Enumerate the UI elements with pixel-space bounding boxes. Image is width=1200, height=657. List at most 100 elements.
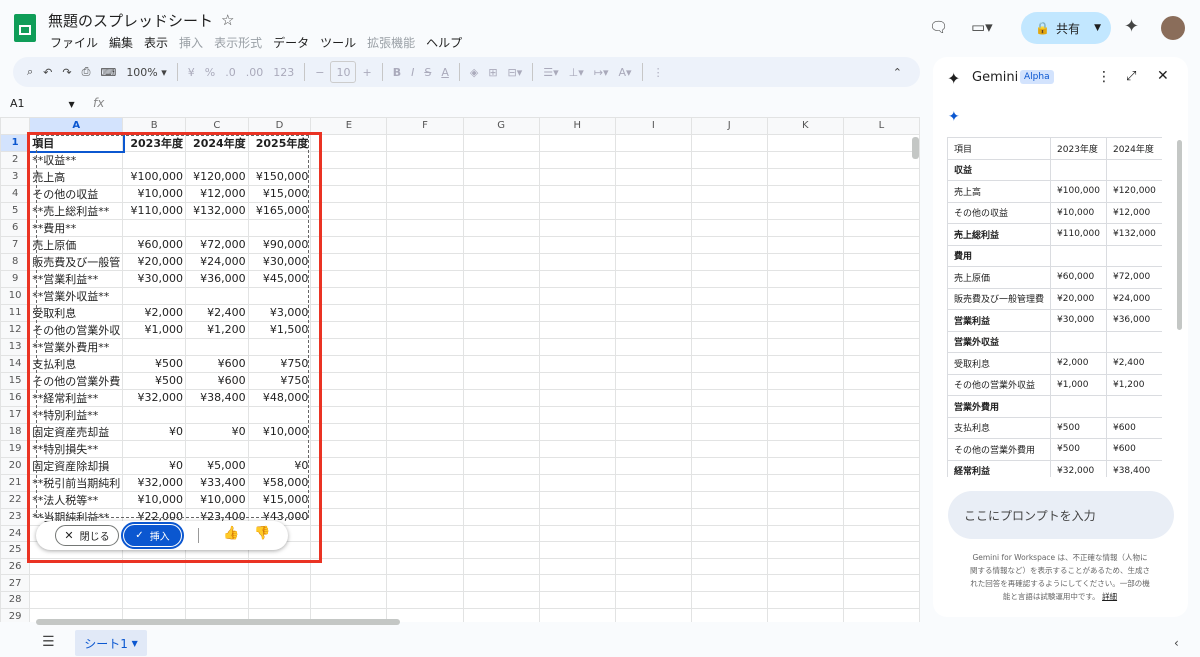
column-header[interactable]: K	[766, 117, 844, 135]
cell[interactable]	[538, 320, 616, 339]
menu-item-7[interactable]: 拡張機能	[367, 34, 415, 51]
thumbs-up-icon[interactable]: 👍	[223, 526, 239, 541]
cell[interactable]	[766, 473, 844, 492]
undo-icon[interactable]: ↶	[39, 61, 56, 83]
cell[interactable]	[184, 590, 249, 609]
cell[interactable]	[310, 439, 388, 458]
cell[interactable]	[310, 422, 388, 441]
menu-item-2[interactable]: 表示	[144, 34, 168, 51]
cell[interactable]	[766, 507, 844, 526]
row-header[interactable]: 28	[0, 590, 31, 609]
cell[interactable]	[386, 557, 464, 576]
expand-icon[interactable]: ⤢	[1126, 69, 1136, 84]
cell[interactable]	[310, 252, 388, 271]
cell[interactable]	[842, 303, 920, 322]
cell[interactable]	[766, 371, 844, 390]
cell[interactable]	[310, 490, 388, 509]
cell[interactable]	[690, 607, 768, 622]
cell[interactable]	[614, 388, 692, 407]
cell[interactable]	[614, 354, 692, 373]
italic-icon[interactable]: I	[407, 61, 418, 83]
cell[interactable]	[766, 201, 844, 220]
cell[interactable]	[766, 541, 844, 559]
cell[interactable]	[310, 456, 388, 475]
cell[interactable]	[842, 524, 920, 543]
merge-cells-icon[interactable]: ⊟▾	[504, 61, 527, 83]
cell[interactable]	[842, 388, 920, 407]
cell[interactable]	[614, 607, 692, 622]
cell[interactable]	[766, 422, 844, 441]
cell[interactable]	[462, 590, 540, 609]
cell[interactable]	[538, 201, 616, 220]
cell[interactable]	[842, 133, 920, 152]
row-header[interactable]: 12	[0, 320, 31, 339]
cell[interactable]	[690, 405, 768, 424]
cell[interactable]	[766, 303, 844, 322]
cell[interactable]	[842, 456, 920, 475]
cell[interactable]	[386, 218, 464, 237]
select-all-corner[interactable]	[0, 117, 31, 135]
cell[interactable]	[690, 439, 768, 458]
cell[interactable]	[462, 218, 540, 237]
cell[interactable]	[386, 252, 464, 271]
sheets-logo-icon[interactable]	[14, 14, 36, 42]
cell[interactable]	[538, 541, 616, 559]
strikethrough-icon[interactable]: S	[420, 61, 435, 83]
cell[interactable]	[766, 269, 844, 288]
cell[interactable]	[29, 590, 124, 609]
search-icon[interactable]: ⌕	[23, 61, 37, 83]
menu-item-0[interactable]: ファイル	[50, 34, 98, 51]
cell[interactable]	[538, 337, 616, 356]
cell[interactable]	[310, 133, 388, 152]
cell[interactable]	[462, 371, 540, 390]
cell[interactable]	[538, 218, 616, 237]
cell[interactable]	[614, 507, 692, 526]
cell[interactable]	[690, 590, 768, 609]
column-header[interactable]: J	[690, 117, 768, 135]
cell[interactable]	[310, 218, 388, 237]
cell[interactable]	[842, 167, 920, 186]
row-header[interactable]: 1	[0, 133, 31, 152]
cell[interactable]	[690, 184, 768, 203]
cell[interactable]	[690, 456, 768, 475]
row-header[interactable]: 22	[0, 490, 31, 509]
cell[interactable]	[310, 286, 388, 305]
text-color-icon[interactable]: A	[437, 61, 453, 83]
menu-item-3[interactable]: 挿入	[179, 34, 203, 51]
row-header[interactable]: 11	[0, 303, 31, 322]
cell[interactable]	[842, 607, 920, 622]
cell[interactable]	[766, 235, 844, 254]
row-header[interactable]: 15	[0, 371, 31, 390]
cell[interactable]	[690, 371, 768, 390]
cell[interactable]	[614, 439, 692, 458]
cell[interactable]	[690, 286, 768, 305]
cell[interactable]	[842, 354, 920, 373]
cell[interactable]	[690, 235, 768, 254]
row-header[interactable]: 2	[0, 150, 31, 169]
cell[interactable]	[462, 456, 540, 475]
share-button[interactable]: 🔒 共有 ▼	[1021, 12, 1111, 44]
row-header[interactable]: 3	[0, 167, 31, 186]
cell[interactable]	[538, 269, 616, 288]
column-header[interactable]: L	[842, 117, 920, 135]
cell[interactable]	[310, 473, 388, 492]
row-header[interactable]: 9	[0, 269, 31, 288]
row-header[interactable]: 23	[0, 507, 31, 526]
column-header[interactable]: G	[462, 117, 540, 135]
font-size-increase-icon[interactable]: +	[358, 61, 375, 83]
cell[interactable]	[690, 422, 768, 441]
cell[interactable]	[538, 473, 616, 492]
cell[interactable]	[462, 507, 540, 526]
cell[interactable]	[462, 167, 540, 186]
cell[interactable]	[766, 133, 844, 152]
currency-button[interactable]: ¥	[184, 61, 199, 83]
cell[interactable]	[462, 422, 540, 441]
cell[interactable]	[842, 422, 920, 441]
borders-icon[interactable]: ⊞	[484, 61, 501, 83]
avatar[interactable]	[1161, 16, 1185, 40]
cell[interactable]	[386, 184, 464, 203]
cell[interactable]	[310, 167, 388, 186]
cell[interactable]	[538, 371, 616, 390]
cell[interactable]	[690, 557, 768, 576]
cell[interactable]	[766, 167, 844, 186]
